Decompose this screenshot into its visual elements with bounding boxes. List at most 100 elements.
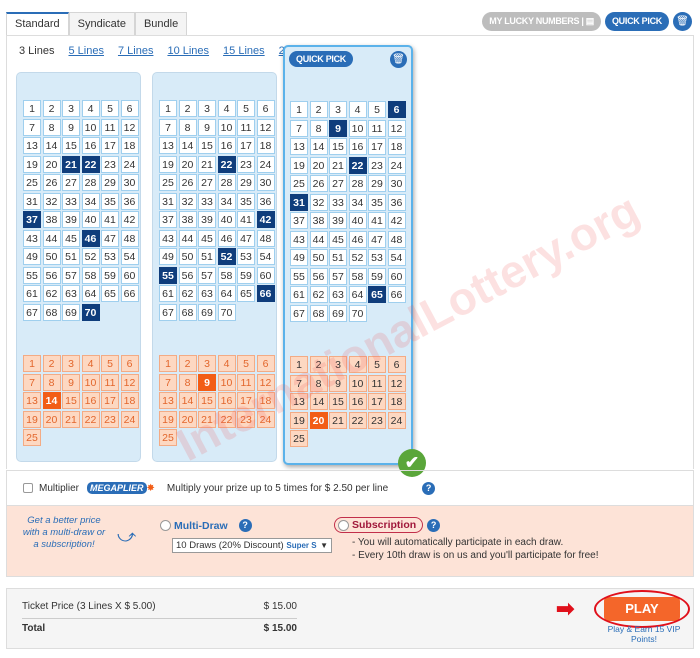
tab-bundle[interactable]: Bundle xyxy=(134,12,188,36)
main-number-cell[interactable]: 26 xyxy=(309,175,328,192)
bonus-number-cell[interactable]: 6 xyxy=(387,356,406,373)
main-number-cell[interactable]: 15 xyxy=(62,137,80,154)
main-number-cell[interactable]: 13 xyxy=(159,137,177,154)
main-number-cell[interactable]: 59 xyxy=(237,266,255,284)
main-number-cell[interactable]: 45 xyxy=(198,229,216,247)
main-number-cell[interactable]: 8 xyxy=(42,118,61,136)
main-number-cell[interactable]: 44 xyxy=(309,230,328,248)
main-number-cell[interactable]: 38 xyxy=(178,211,197,228)
main-number-cell[interactable]: 9 xyxy=(329,119,347,137)
main-number-cell[interactable]: 21 xyxy=(198,155,216,173)
main-number-cell[interactable]: 48 xyxy=(387,230,406,248)
main-number-cell[interactable]: 61 xyxy=(23,285,41,302)
main-number-cell[interactable]: 45 xyxy=(62,229,80,247)
main-number-cell[interactable]: 16 xyxy=(348,138,367,155)
subscription-help-icon[interactable]: ? xyxy=(427,518,441,532)
main-number-cell[interactable]: 6 xyxy=(256,100,275,117)
main-number-cell[interactable]: 12 xyxy=(387,119,406,137)
main-number-cell[interactable]: 16 xyxy=(217,137,236,154)
main-number-cell[interactable]: 39 xyxy=(62,211,80,228)
main-number-cell[interactable]: 4 xyxy=(81,100,100,117)
bonus-number-cell[interactable]: 20 xyxy=(42,410,61,428)
bonus-number-cell[interactable]: 5 xyxy=(368,356,386,373)
bonus-number-cell[interactable]: 1 xyxy=(23,355,41,372)
bonus-number-cell[interactable]: 3 xyxy=(62,355,80,372)
main-number-cell[interactable]: 56 xyxy=(178,266,197,284)
bonus-number-cell[interactable]: 18 xyxy=(256,392,275,409)
main-number-cell[interactable]: 12 xyxy=(256,118,275,136)
my-lucky-numbers-button[interactable]: MY LUCKY NUMBERS | ▤ xyxy=(482,12,601,31)
main-number-cell[interactable]: 33 xyxy=(198,192,216,210)
main-number-cell[interactable]: 14 xyxy=(42,137,61,154)
main-number-cell[interactable]: 58 xyxy=(217,266,236,284)
main-number-cell[interactable]: 40 xyxy=(217,211,236,228)
main-number-cell[interactable]: 1 xyxy=(23,100,41,117)
main-number-cell[interactable]: 50 xyxy=(309,249,328,266)
main-number-cell[interactable]: 15 xyxy=(198,137,216,154)
main-number-cell[interactable]: 43 xyxy=(159,229,177,247)
main-number-cell[interactable]: 31 xyxy=(159,192,177,210)
bonus-number-cell[interactable]: 11 xyxy=(237,373,255,391)
main-number-cell[interactable]: 54 xyxy=(387,249,406,266)
multi-draw-radio[interactable] xyxy=(160,520,171,531)
bonus-number-cell[interactable]: 10 xyxy=(81,373,100,391)
bonus-number-cell[interactable]: 8 xyxy=(178,373,197,391)
main-number-cell[interactable]: 68 xyxy=(178,303,197,321)
main-number-cell[interactable]: 11 xyxy=(368,119,386,137)
main-number-cell[interactable]: 51 xyxy=(62,248,80,265)
tab-standard[interactable]: Standard xyxy=(6,12,69,36)
main-number-cell[interactable]: 28 xyxy=(81,174,100,191)
bonus-number-cell[interactable]: 6 xyxy=(120,355,139,372)
main-number-cell[interactable]: 31 xyxy=(290,193,308,211)
main-number-cell[interactable]: 36 xyxy=(387,193,406,211)
main-number-cell[interactable]: 67 xyxy=(23,303,41,321)
main-number-cell[interactable]: 15 xyxy=(329,138,347,155)
main-number-cell[interactable]: 20 xyxy=(42,155,61,173)
main-number-cell[interactable]: 18 xyxy=(387,138,406,155)
main-number-cell[interactable]: 1 xyxy=(290,101,308,118)
main-number-cell[interactable]: 30 xyxy=(387,175,406,192)
main-number-cell[interactable]: 61 xyxy=(290,286,308,303)
main-number-cell[interactable]: 51 xyxy=(198,248,216,265)
main-number-cell[interactable]: 17 xyxy=(237,137,255,154)
main-number-cell[interactable]: 22 xyxy=(348,156,367,174)
bonus-number-cell[interactable]: 3 xyxy=(198,355,216,372)
main-number-cell[interactable]: 17 xyxy=(368,138,386,155)
bonus-number-cell[interactable]: 11 xyxy=(101,373,119,391)
main-number-cell[interactable]: 42 xyxy=(256,211,275,228)
main-number-cell[interactable]: 22 xyxy=(81,155,100,173)
main-number-cell[interactable]: 9 xyxy=(62,118,80,136)
bonus-number-cell[interactable]: 23 xyxy=(101,410,119,428)
main-number-cell[interactable]: 47 xyxy=(237,229,255,247)
bonus-number-cell[interactable]: 3 xyxy=(329,356,347,373)
main-number-cell[interactable]: 25 xyxy=(290,175,308,192)
main-number-cell[interactable]: 14 xyxy=(309,138,328,155)
main-number-cell[interactable]: 3 xyxy=(198,100,216,117)
bonus-number-cell[interactable]: 22 xyxy=(348,411,367,429)
bonus-number-cell[interactable]: 12 xyxy=(256,373,275,391)
bonus-number-cell[interactable]: 25 xyxy=(159,429,177,446)
bonus-number-cell[interactable]: 13 xyxy=(159,392,177,409)
bonus-number-cell[interactable]: 13 xyxy=(290,393,308,410)
multi-draw-select[interactable]: 10 Draws (20% Discount) Super S ▼ xyxy=(172,538,332,553)
main-number-cell[interactable]: 13 xyxy=(23,137,41,154)
main-number-cell[interactable]: 69 xyxy=(329,304,347,322)
bonus-number-cell[interactable]: 13 xyxy=(23,392,41,409)
main-number-cell[interactable]: 5 xyxy=(101,100,119,117)
line-clear-trash-icon[interactable]: 🗑 xyxy=(390,51,407,68)
main-number-cell[interactable]: 43 xyxy=(290,230,308,248)
main-number-cell[interactable]: 63 xyxy=(329,286,347,303)
line-option-15[interactable]: 15 Lines xyxy=(223,45,265,57)
bonus-number-cell[interactable]: 17 xyxy=(237,392,255,409)
main-number-cell[interactable]: 42 xyxy=(120,211,139,228)
bonus-number-cell[interactable]: 16 xyxy=(81,392,100,409)
main-number-cell[interactable]: 24 xyxy=(120,155,139,173)
main-number-cell[interactable]: 49 xyxy=(159,248,177,265)
bonus-number-cell[interactable]: 19 xyxy=(290,411,308,429)
main-number-cell[interactable]: 49 xyxy=(290,249,308,266)
main-number-cell[interactable]: 32 xyxy=(178,192,197,210)
main-number-cell[interactable]: 48 xyxy=(256,229,275,247)
bonus-number-cell[interactable]: 14 xyxy=(309,393,328,410)
main-number-cell[interactable]: 69 xyxy=(62,303,80,321)
main-number-cell[interactable]: 19 xyxy=(23,155,41,173)
